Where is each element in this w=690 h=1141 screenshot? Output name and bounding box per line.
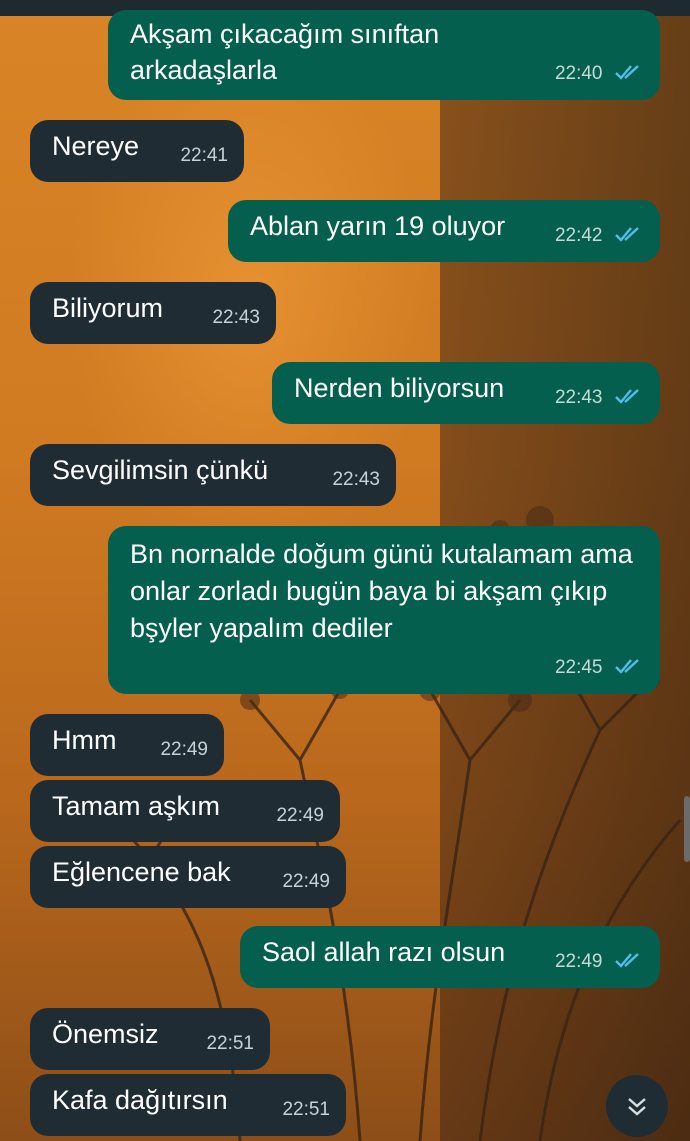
message-time: 22:49	[276, 805, 324, 826]
outgoing-message[interactable]: Bn nornalde doğum günü kutalamam ama onl…	[108, 526, 660, 694]
message-text: Saol allah razı olsun	[262, 937, 506, 967]
incoming-message[interactable]: Önemsiz 22:51	[30, 1008, 270, 1070]
scroll-to-bottom-button[interactable]	[606, 1075, 668, 1137]
message-text: Ablan yarın 19 oluyor	[250, 211, 506, 241]
incoming-message[interactable]: Biliyorum 22:43	[30, 282, 276, 344]
message-time: 22:43	[212, 307, 260, 328]
message-text: Nereye	[52, 131, 140, 161]
double-check-icon	[615, 952, 639, 968]
message-time: 22:49	[554, 951, 603, 972]
message-text: Bn nornalde doğum günü kutalamam ama onl…	[130, 539, 633, 643]
message-text: Akşam çıkacağım sınıftan arkadaşlarla	[130, 19, 440, 85]
outgoing-message[interactable]: Nerden biliyorsun 22:43	[272, 362, 660, 424]
incoming-message[interactable]: Sevgilimsin çünkü 22:43	[30, 444, 396, 506]
message-time: 22:49	[282, 871, 330, 892]
message-text: Sevgilimsin çünkü	[52, 455, 269, 485]
incoming-message[interactable]: Nereye 22:41	[30, 120, 244, 182]
message-time: 22:43	[554, 387, 603, 408]
scrollbar[interactable]	[684, 796, 690, 862]
message-time: 22:49	[160, 739, 208, 760]
double-check-icon	[615, 226, 639, 242]
incoming-message[interactable]: Eğlencene bak 22:49	[30, 846, 346, 908]
double-check-icon	[615, 388, 639, 404]
message-time: 22:45	[554, 657, 603, 678]
message-time: 22:40	[554, 63, 603, 84]
message-text: Nerden biliyorsun	[294, 373, 505, 403]
message-text: Önemsiz	[52, 1019, 159, 1049]
outgoing-message[interactable]: Ablan yarın 19 oluyor 22:42	[228, 200, 660, 262]
message-text: Hmm	[52, 725, 117, 755]
message-time: 22:51	[206, 1033, 254, 1054]
incoming-message[interactable]: Tamam aşkım 22:49	[30, 780, 340, 842]
double-chevron-down-icon	[628, 1098, 646, 1116]
message-text: Kafa dağıtırsın	[52, 1085, 228, 1115]
message-text: Tamam aşkım	[52, 791, 221, 821]
incoming-message[interactable]: Kafa dağıtırsın 22:51	[30, 1074, 346, 1136]
message-text: Biliyorum	[52, 293, 164, 323]
message-time: 22:43	[332, 469, 380, 490]
outgoing-message[interactable]: Akşam çıkacağım sınıftan arkadaşlarla 22…	[108, 10, 660, 100]
message-text: Eğlencene bak	[52, 857, 231, 887]
message-time: 22:42	[554, 225, 603, 246]
message-time: 22:51	[282, 1099, 330, 1120]
double-check-icon	[615, 64, 639, 80]
double-check-icon	[615, 658, 639, 674]
incoming-message[interactable]: Hmm 22:49	[30, 714, 224, 776]
message-time: 22:41	[180, 145, 228, 166]
outgoing-message[interactable]: Saol allah razı olsun 22:49	[240, 926, 660, 988]
